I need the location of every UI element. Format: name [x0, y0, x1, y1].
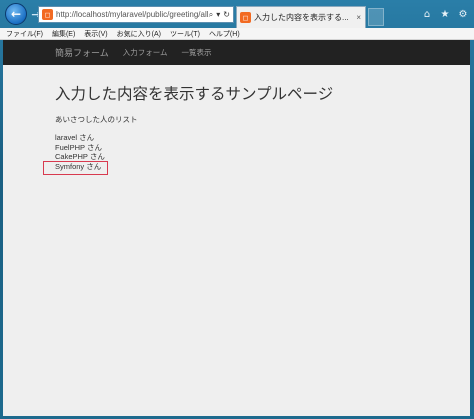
page-viewport: 簡易フォーム 入力フォーム 一覧表示 入力した内容を表示するサンプルページ あい…	[3, 40, 470, 416]
browser-toolbar: ← → ◻ http://localhost/mylaravel/public/…	[0, 0, 474, 28]
back-arrow-icon: ←	[10, 7, 22, 21]
list-item-highlighted: Symfony さん	[42, 160, 333, 174]
address-bar[interactable]: ◻ http://localhost/mylaravel/public/gree…	[38, 6, 234, 23]
tab-active[interactable]: ◻ 入力した内容を表示する... ×	[236, 6, 366, 28]
greeting-list: laravel さん FuelPHP さん CakePHP さん Symfony…	[42, 133, 333, 174]
back-button[interactable]: ←	[5, 3, 27, 25]
menu-view[interactable]: 表示(V)	[84, 29, 107, 39]
menu-file[interactable]: ファイル(F)	[6, 29, 43, 39]
list-item: FuelPHP さん	[55, 142, 102, 152]
menu-help[interactable]: ヘルプ(H)	[209, 29, 240, 39]
gear-icon[interactable]: ⚙	[457, 8, 469, 20]
browser-window: ← → ◻ http://localhost/mylaravel/public/…	[0, 0, 474, 419]
menu-tools[interactable]: ツール(T)	[170, 29, 200, 39]
site-favicon-icon: ◻	[42, 9, 53, 20]
page-title: 入力した内容を表示するサンプルページ	[55, 86, 334, 103]
menu-edit[interactable]: 編集(E)	[52, 29, 75, 39]
navbar-brand[interactable]: 簡易フォーム	[55, 46, 109, 59]
address-url[interactable]: http://localhost/mylaravel/public/greeti…	[56, 10, 209, 19]
tab-favicon-icon: ◻	[240, 12, 251, 23]
home-icon[interactable]: ⌂	[421, 8, 433, 20]
new-tab-button[interactable]	[368, 8, 384, 26]
search-icon[interactable]: ⌕	[209, 10, 213, 20]
star-icon[interactable]: ★	[439, 8, 451, 20]
nav-link-list[interactable]: 一覧表示	[182, 47, 212, 58]
menu-bar: ファイル(F) 編集(E) 表示(V) お気に入り(A) ツール(T) ヘルプ(…	[0, 28, 474, 40]
refresh-icon[interactable]: ↻	[223, 10, 230, 20]
nav-link-input-form[interactable]: 入力フォーム	[123, 47, 168, 58]
menu-favorites[interactable]: お気に入り(A)	[117, 29, 161, 39]
site-navbar: 簡易フォーム 入力フォーム 一覧表示	[3, 40, 470, 65]
list-heading: あいさつした人のリスト	[55, 115, 138, 124]
list-item: laravel さん	[55, 133, 95, 142]
tab-close-icon[interactable]: ×	[352, 13, 365, 22]
dropdown-icon[interactable]: ▾	[216, 10, 220, 20]
tab-title: 入力した内容を表示する...	[254, 13, 349, 22]
main-content: 入力した内容を表示するサンプルページ あいさつした人のリスト laravel さ…	[42, 82, 334, 174]
